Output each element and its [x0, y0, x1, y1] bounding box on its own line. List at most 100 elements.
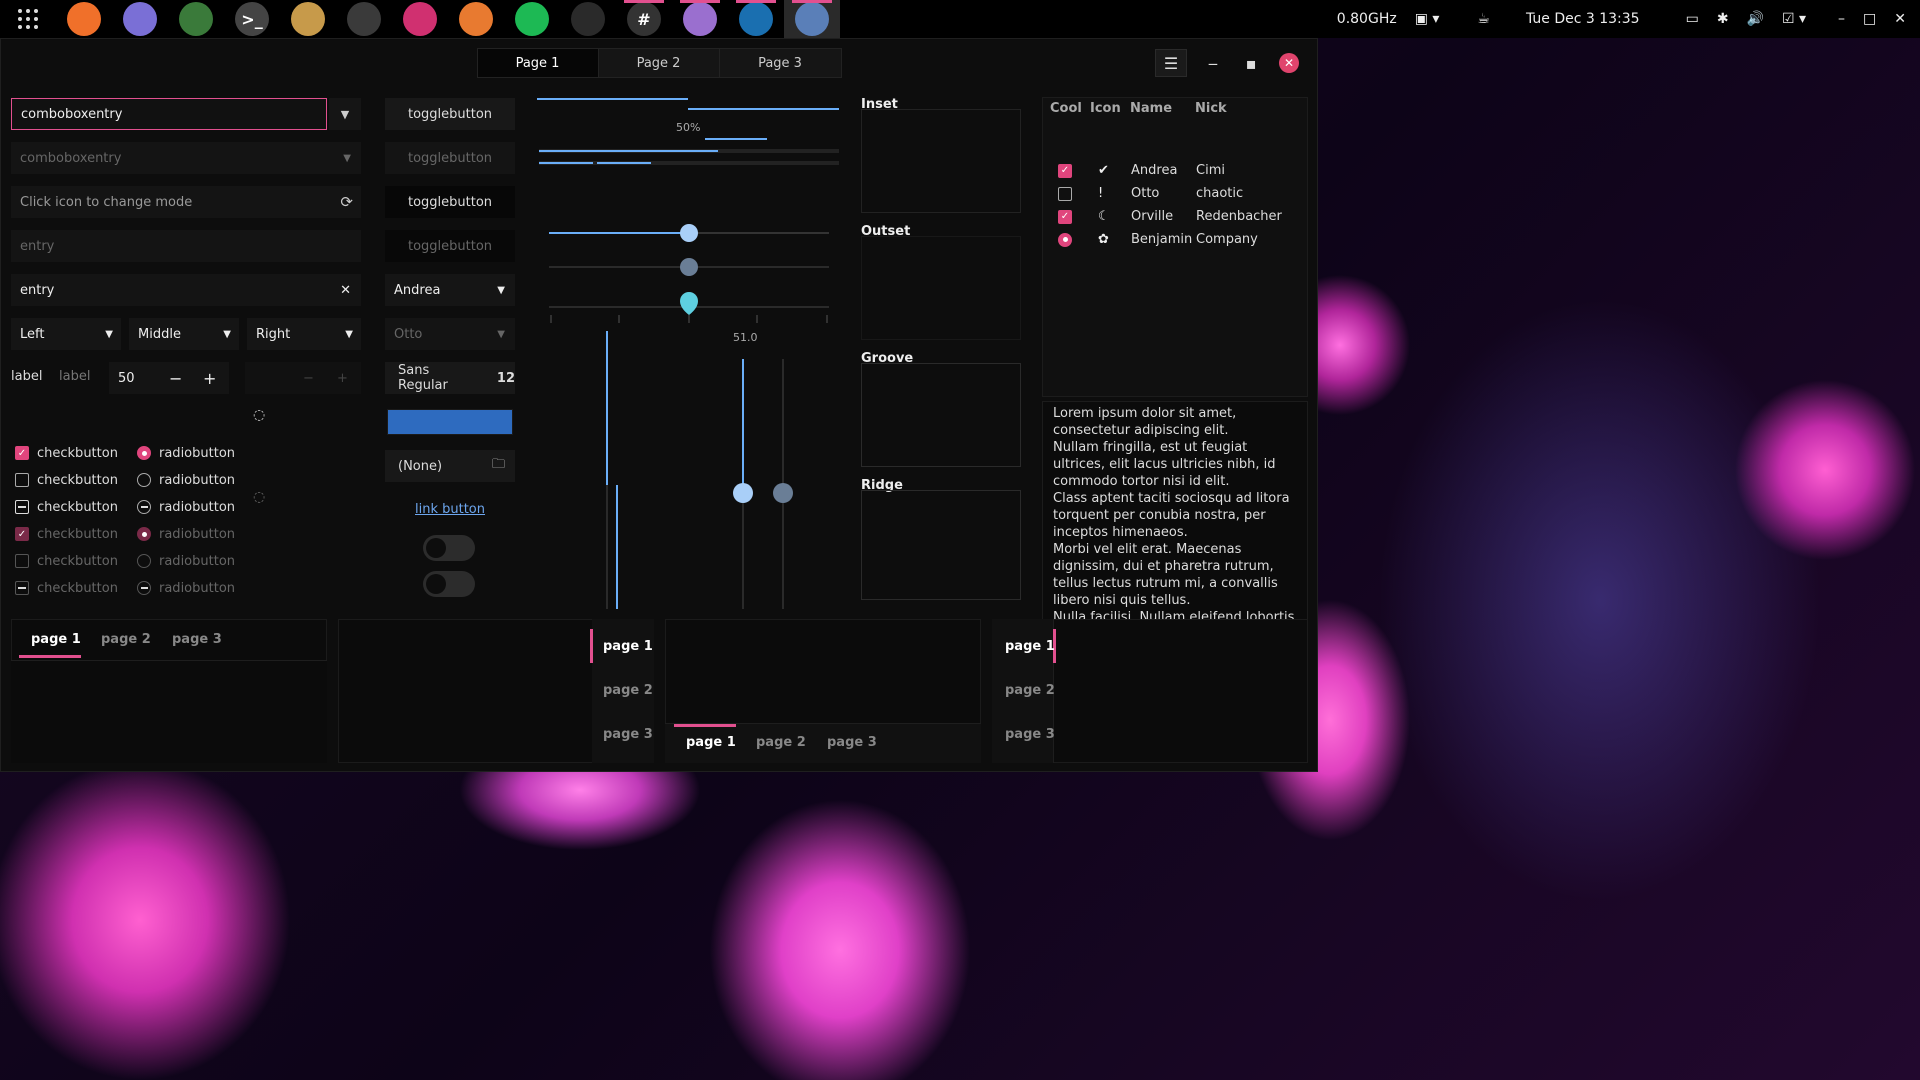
archive-manager-icon [291, 2, 325, 36]
color-button[interactable] [387, 409, 513, 435]
dock-item-color-picker[interactable] [392, 0, 448, 38]
dock-item-text-editor[interactable] [672, 0, 728, 38]
notebook-left-tab-3[interactable]: page 3 [1005, 727, 1055, 742]
maximize-button[interactable]: ▪ [1235, 49, 1267, 77]
file-chooser-button[interactable]: (None) 🗀 [385, 450, 515, 482]
entry-field[interactable]: entry ✕ [11, 274, 361, 306]
dock-item-android-studio[interactable] [168, 0, 224, 38]
tab-page-1[interactable]: Page 1 [477, 49, 599, 77]
screen-icon[interactable]: ▭ [1686, 11, 1699, 27]
radiobutton-1[interactable]: radiobutton [137, 442, 235, 464]
cool-checkbox[interactable]: ✓ [1058, 163, 1072, 178]
minimize-all-icon[interactable]: – [1838, 11, 1845, 27]
clock[interactable]: Tue Dec 3 13:35 [1526, 11, 1640, 27]
notebook-bottom-tab-3[interactable]: page 3 [827, 735, 877, 750]
align-right-combo[interactable]: Right ▼ [247, 318, 361, 350]
notebook-top-tab-2[interactable]: page 2 [101, 632, 151, 647]
caffeine-icon[interactable]: ☕ [1477, 11, 1490, 27]
radio-icon [137, 446, 151, 460]
decrement-icon[interactable]: − [169, 369, 182, 388]
vscale-3-handle[interactable] [733, 483, 753, 503]
align-left-combo[interactable]: Left ▼ [11, 318, 121, 350]
tree-row[interactable]: ✿ Benjamin Company [1058, 232, 1258, 247]
volume-icon[interactable]: 🔊 [1747, 11, 1764, 27]
spin-button[interactable]: 50 − + [109, 362, 229, 394]
col-cool[interactable]: Cool [1050, 101, 1090, 116]
combo-dropdown-button[interactable]: ▼ [329, 98, 361, 130]
dock-item-firefox[interactable] [56, 0, 112, 38]
align-middle-combo[interactable]: Middle ▼ [129, 318, 239, 350]
notebook-bottom-tab-2[interactable]: page 2 [756, 735, 806, 750]
dock-item-gtk-widget-factory[interactable] [784, 0, 840, 38]
dock-item-slack[interactable]: # [616, 0, 672, 38]
notebook-left-tab-1[interactable]: page 1 [1005, 639, 1055, 654]
tree-row[interactable]: ✓ ✔ Andrea Cimi [1058, 163, 1225, 178]
notebook-right-tab-3[interactable]: page 3 [603, 727, 653, 742]
radiobutton-3[interactable]: radiobutton [137, 496, 235, 518]
togglebutton-3[interactable]: togglebutton [385, 186, 515, 218]
notebook-top-tab-3[interactable]: page 3 [172, 632, 222, 647]
cool-radio[interactable] [1058, 232, 1072, 247]
tree-row[interactable]: ✓ ☾ Orville Redenbacher [1058, 209, 1282, 224]
hamburger-menu-button[interactable]: ☰ [1155, 49, 1187, 77]
col-icon[interactable]: Icon [1090, 101, 1130, 116]
moon-icon: ☾ [1098, 209, 1110, 224]
cpu-frequency[interactable]: 0.80GHz [1337, 11, 1397, 27]
switch-1[interactable] [423, 535, 475, 561]
maximize-all-icon[interactable]: □ [1863, 11, 1876, 27]
app-grid-button[interactable] [0, 0, 56, 38]
radiobutton-2[interactable]: radiobutton [137, 469, 235, 491]
tab-page-2[interactable]: Page 2 [599, 49, 720, 77]
dock-item-terminal[interactable]: >_ [224, 0, 280, 38]
togglebutton-2: togglebutton [385, 142, 515, 174]
notebook-left-tab-2[interactable]: page 2 [1005, 683, 1055, 698]
combo-andrea[interactable]: Andrea ▼ [385, 274, 515, 306]
bluetooth-icon[interactable]: ✱ [1717, 11, 1729, 27]
tree-row[interactable]: ! Otto chaotic [1058, 186, 1243, 201]
close-all-icon[interactable]: ✕ [1894, 11, 1906, 27]
checkbutton-1[interactable]: ✓ checkbutton [15, 442, 118, 464]
checkbutton-3[interactable]: checkbutton [15, 496, 118, 518]
notebook-bottom-tab-1[interactable]: page 1 [686, 735, 736, 750]
minimize-button[interactable]: ‒ [1197, 49, 1229, 77]
switch-2[interactable] [423, 571, 475, 597]
mode-entry[interactable]: Click icon to change mode ⟳ [11, 186, 361, 218]
frame-outset [861, 236, 1021, 340]
notebook-right-tab-1[interactable]: page 1 [603, 639, 653, 654]
clear-icon[interactable]: ✕ [340, 283, 351, 298]
increment-icon[interactable]: + [203, 369, 216, 388]
vscale-4-handle [773, 483, 793, 503]
text-view[interactable]: Lorem ipsum dolor sit amet, consectetur … [1053, 405, 1303, 637]
tree-view[interactable] [1042, 97, 1308, 397]
notebook-right-tab-2[interactable]: page 2 [603, 683, 653, 698]
dock-item-steam[interactable] [560, 0, 616, 38]
cpu-chip-icon[interactable]: ▣ ▾ [1415, 11, 1440, 27]
dock-item-archive-manager[interactable] [280, 0, 336, 38]
col-name[interactable]: Name [1130, 101, 1195, 116]
refresh-icon[interactable]: ⟳ [340, 193, 353, 211]
combo-otto: Otto ▼ [385, 318, 515, 350]
cool-checkbox[interactable]: ✓ [1058, 209, 1072, 224]
font-size: 12 [496, 370, 515, 386]
togglebutton-1[interactable]: togglebutton [385, 98, 515, 130]
font-button[interactable]: Sans Regular 12 [385, 362, 515, 394]
col-nick[interactable]: Nick [1195, 101, 1275, 116]
files-icon [123, 2, 157, 36]
combobox-entry-focused[interactable]: comboboxentry [11, 98, 327, 130]
scale-1-handle[interactable] [680, 224, 698, 242]
close-button[interactable]: ✕ [1273, 49, 1305, 77]
running-indicator [680, 0, 720, 3]
dock-item-hexchat[interactable] [448, 0, 504, 38]
tab-page-3[interactable]: Page 3 [720, 49, 841, 77]
scale-3-handle[interactable] [680, 292, 698, 315]
link-button[interactable]: link button [415, 502, 485, 517]
checkbutton-2[interactable]: checkbutton [15, 469, 118, 491]
clipboard-icon[interactable]: ☑ ▾ [1782, 11, 1806, 27]
dock-item-darktable[interactable] [336, 0, 392, 38]
notebook-top-tab-1[interactable]: page 1 [31, 632, 81, 647]
entry-disabled-text: entry [20, 238, 55, 254]
dock-item-spotify[interactable] [504, 0, 560, 38]
dock-item-virtualbox[interactable] [728, 0, 784, 38]
cool-checkbox[interactable] [1058, 186, 1072, 201]
dock-item-files[interactable] [112, 0, 168, 38]
